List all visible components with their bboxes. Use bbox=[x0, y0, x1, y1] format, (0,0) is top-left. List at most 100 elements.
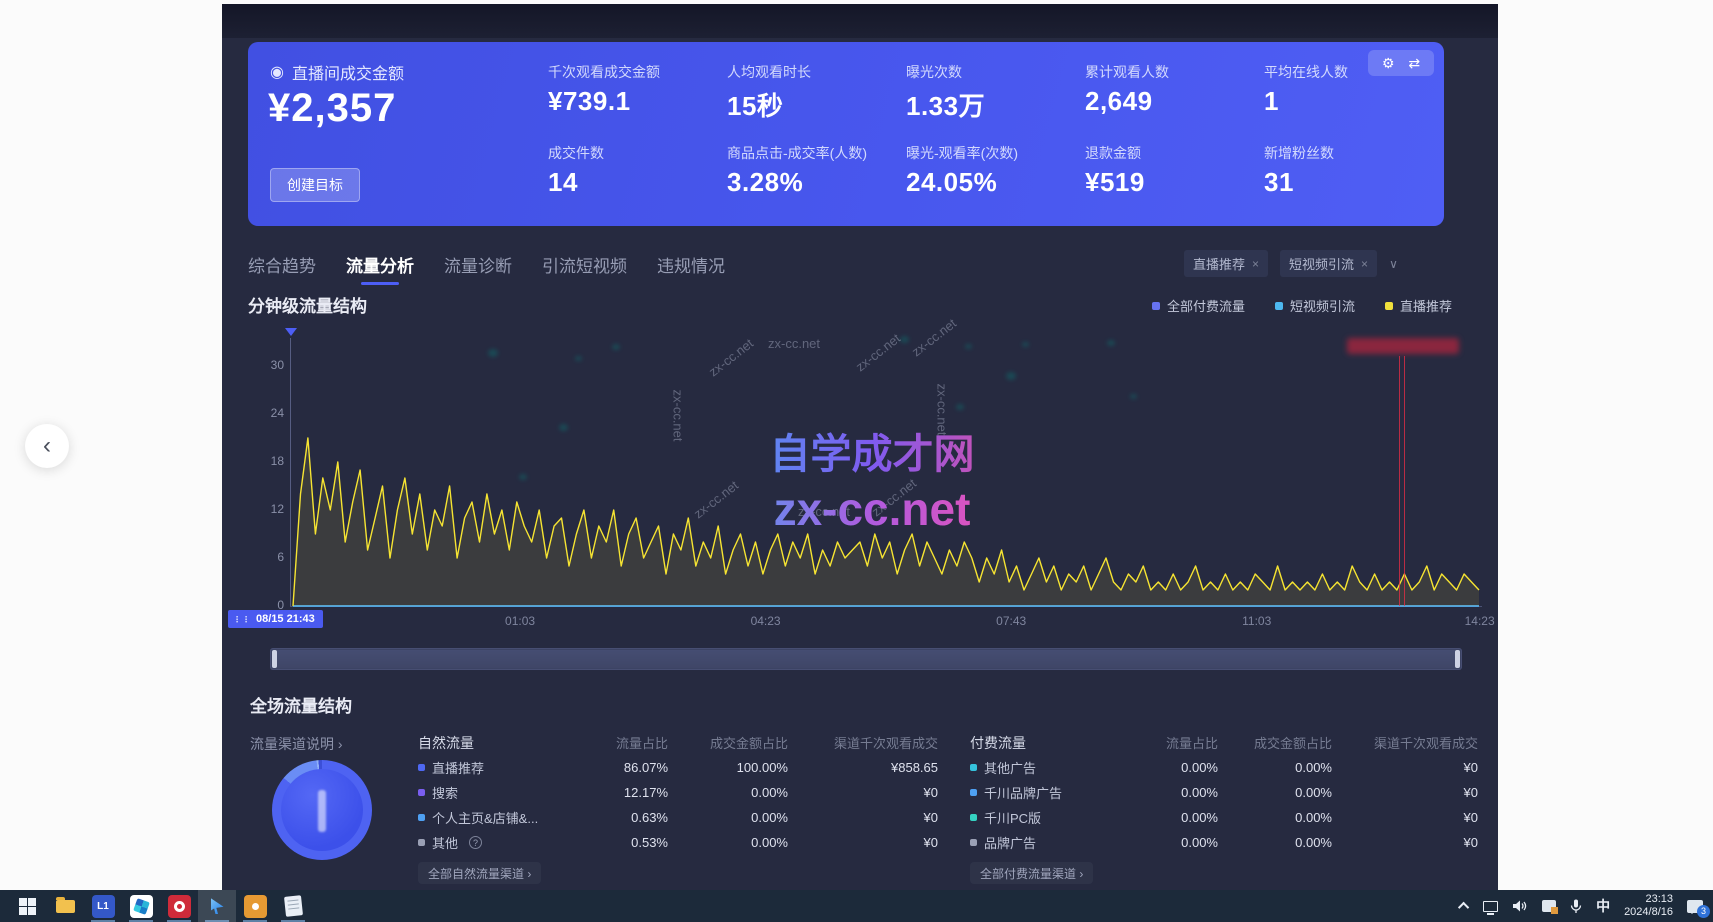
paid-header-3: 渠道千次观看成交 bbox=[1332, 730, 1478, 755]
ime-indicator[interactable]: 中 bbox=[1596, 896, 1610, 916]
clock-date: 2024/8/16 bbox=[1624, 906, 1673, 919]
y-tick-18: 18 bbox=[250, 454, 284, 468]
taskbar-app-browser-cursor[interactable] bbox=[198, 890, 236, 922]
tab-bar: 综合趋势流量分析流量诊断引流短视频违规情况 bbox=[248, 252, 725, 285]
y-tick-0: 0 bbox=[250, 598, 284, 612]
tab-违规情况[interactable]: 违规情况 bbox=[657, 252, 725, 285]
taskbar-start[interactable] bbox=[8, 890, 46, 922]
metric-label: 平均在线人数 bbox=[1264, 62, 1443, 82]
x-tick-01:03: 01:03 bbox=[505, 614, 535, 628]
taskbar-app-l1[interactable]: L1 bbox=[84, 890, 122, 922]
paid-header-1: 流量占比 bbox=[1120, 730, 1218, 755]
gmv-value: ¥2,357 bbox=[268, 86, 396, 131]
input-settings-icon[interactable] bbox=[1542, 900, 1556, 912]
red-marker-line-1 bbox=[1404, 356, 1405, 606]
taskbar-app-orange[interactable] bbox=[236, 890, 274, 922]
metric-1: 人均观看时长15秒 bbox=[727, 62, 906, 123]
metric-9: 新增粉丝数31 bbox=[1264, 143, 1443, 198]
tab-流量分析[interactable]: 流量分析 bbox=[346, 252, 414, 285]
natural-row-0-per-k: ¥858.65 bbox=[788, 755, 938, 780]
x-tick-14:23: 14:23 bbox=[1465, 614, 1495, 628]
filter-dropdown-chevron-icon[interactable]: ∨ bbox=[1389, 257, 1398, 271]
y-tick-12: 12 bbox=[250, 502, 284, 516]
network-icon[interactable] bbox=[1483, 901, 1498, 912]
time-range-start-badge[interactable]: ⋮⋮ 08/15 21:43 bbox=[228, 610, 323, 628]
legend-item-全部付费流量[interactable]: 全部付费流量 bbox=[1152, 296, 1245, 315]
natural-row-2-per-k: ¥0 bbox=[788, 805, 938, 830]
paid-row-3-per-k: ¥0 bbox=[1332, 830, 1478, 855]
all-paid-channels-link[interactable]: 全部付费流量渠道 › bbox=[970, 862, 1093, 884]
paid-row-2-label: 千川PC版 bbox=[970, 805, 1120, 830]
tab-综合趋势[interactable]: 综合趋势 bbox=[248, 252, 316, 285]
tab-引流短视频[interactable]: 引流短视频 bbox=[542, 252, 627, 285]
x-tick-04:23: 04:23 bbox=[751, 614, 781, 628]
microphone-glyph bbox=[1570, 899, 1582, 914]
metric-label: 退款金额 bbox=[1085, 143, 1264, 163]
taskbar-notepad[interactable] bbox=[274, 890, 312, 922]
app-l1-icon: L1 bbox=[92, 895, 115, 918]
back-button[interactable]: ‹ bbox=[25, 424, 69, 468]
natural-header-3: 渠道千次观看成交 bbox=[788, 730, 938, 755]
legend-dot bbox=[1152, 302, 1160, 310]
legend-dot bbox=[1275, 302, 1283, 310]
tab-流量诊断[interactable]: 流量诊断 bbox=[444, 252, 512, 285]
filter-tag-label: 直播推荐 bbox=[1193, 254, 1245, 273]
artifact-dot-7 bbox=[1022, 342, 1029, 347]
donut-center-label bbox=[318, 790, 326, 832]
create-goal-button[interactable]: 创建目标 bbox=[270, 168, 360, 202]
natural-row-2-label: 个人主页&店铺&... bbox=[418, 805, 576, 830]
tag-close-icon[interactable]: × bbox=[1252, 257, 1259, 271]
notification-icon[interactable]: 3 bbox=[1687, 900, 1703, 913]
notepad-icon bbox=[284, 895, 303, 917]
clock[interactable]: 23:13 2024/8/16 bbox=[1624, 893, 1673, 919]
paid-traffic-table: 付费流量流量占比成交金额占比渠道千次观看成交其他广告0.00%0.00%¥0千川… bbox=[970, 730, 1478, 855]
traffic-channel-help-link[interactable]: 流量渠道说明 › bbox=[250, 734, 343, 754]
artifact-dot-10 bbox=[519, 474, 527, 480]
legend-item-短视频引流[interactable]: 短视频引流 bbox=[1275, 296, 1355, 315]
legend-dot bbox=[1385, 302, 1393, 310]
taskbar-file-explorer[interactable] bbox=[46, 890, 84, 922]
filter-tag-直播推荐[interactable]: 直播推荐 × bbox=[1184, 250, 1268, 277]
red-marker-line-0 bbox=[1399, 356, 1400, 606]
metric-7: 曝光-观看率(次数)24.05% bbox=[906, 143, 1085, 198]
chart-range-slider[interactable] bbox=[270, 648, 1462, 670]
metric-value: 31 bbox=[1264, 167, 1443, 198]
taskbar-app-red-circle[interactable] bbox=[160, 890, 198, 922]
legend-label: 全部付费流量 bbox=[1167, 296, 1245, 315]
filter-tag-短视频引流[interactable]: 短视频引流 × bbox=[1280, 250, 1377, 277]
slider-selected-range[interactable] bbox=[276, 650, 1456, 668]
paid-row-0-per-k: ¥0 bbox=[1332, 755, 1478, 780]
metric-4: 平均在线人数 1 bbox=[1264, 62, 1443, 123]
metric-label: 千次观看成交金额 bbox=[548, 62, 727, 82]
metric-value: 15秒 bbox=[727, 86, 906, 123]
tag-close-icon[interactable]: × bbox=[1361, 257, 1368, 271]
paid-row-1-gmv-share: 0.00% bbox=[1218, 780, 1332, 805]
natural-traffic-table: 自然流量流量占比成交金额占比渠道千次观看成交直播推荐86.07%100.00%¥… bbox=[418, 730, 938, 855]
natural-row-3-per-k: ¥0 bbox=[788, 830, 938, 855]
minute-traffic-chart[interactable]: ⋮⋮ 08/15 21:43 302418126001:0304:2307:43… bbox=[244, 316, 1488, 638]
row-label-text: 千川品牌广告 bbox=[984, 783, 1062, 802]
slider-handle-left[interactable] bbox=[272, 650, 277, 668]
tray-expand-icon[interactable] bbox=[1461, 902, 1469, 910]
artifact-dot-0 bbox=[488, 349, 498, 357]
natural-row-3-share: 0.53% bbox=[576, 830, 668, 855]
legend-item-直播推荐[interactable]: 直播推荐 bbox=[1385, 296, 1452, 315]
row-label-text: 个人主页&店铺&... bbox=[432, 808, 538, 827]
all-natural-channels-link[interactable]: 全部自然流量渠道 › bbox=[418, 862, 541, 884]
filter-tag-label: 短视频引流 bbox=[1289, 254, 1354, 273]
paid-header-2: 成交金额占比 bbox=[1218, 730, 1332, 755]
metric-value: 1 bbox=[1264, 86, 1443, 117]
legend-label: 直播推荐 bbox=[1400, 296, 1452, 315]
paid-row-3-label: 品牌广告 bbox=[970, 830, 1120, 855]
metric-label: 曝光次数 bbox=[906, 62, 1085, 82]
paid-row-3-gmv-share: 0.00% bbox=[1218, 830, 1332, 855]
y-tick-24: 24 bbox=[250, 406, 284, 420]
volume-icon[interactable] bbox=[1512, 899, 1528, 913]
natural-header-2: 成交金额占比 bbox=[668, 730, 788, 755]
natural-row-2-gmv-share: 0.00% bbox=[668, 805, 788, 830]
microphone-icon[interactable] bbox=[1570, 899, 1582, 914]
slider-handle-right[interactable] bbox=[1455, 650, 1460, 668]
taskbar-app-pinwheel[interactable] bbox=[122, 890, 160, 922]
info-icon[interactable]: ? bbox=[469, 836, 482, 849]
clock-time: 23:13 bbox=[1624, 893, 1673, 906]
